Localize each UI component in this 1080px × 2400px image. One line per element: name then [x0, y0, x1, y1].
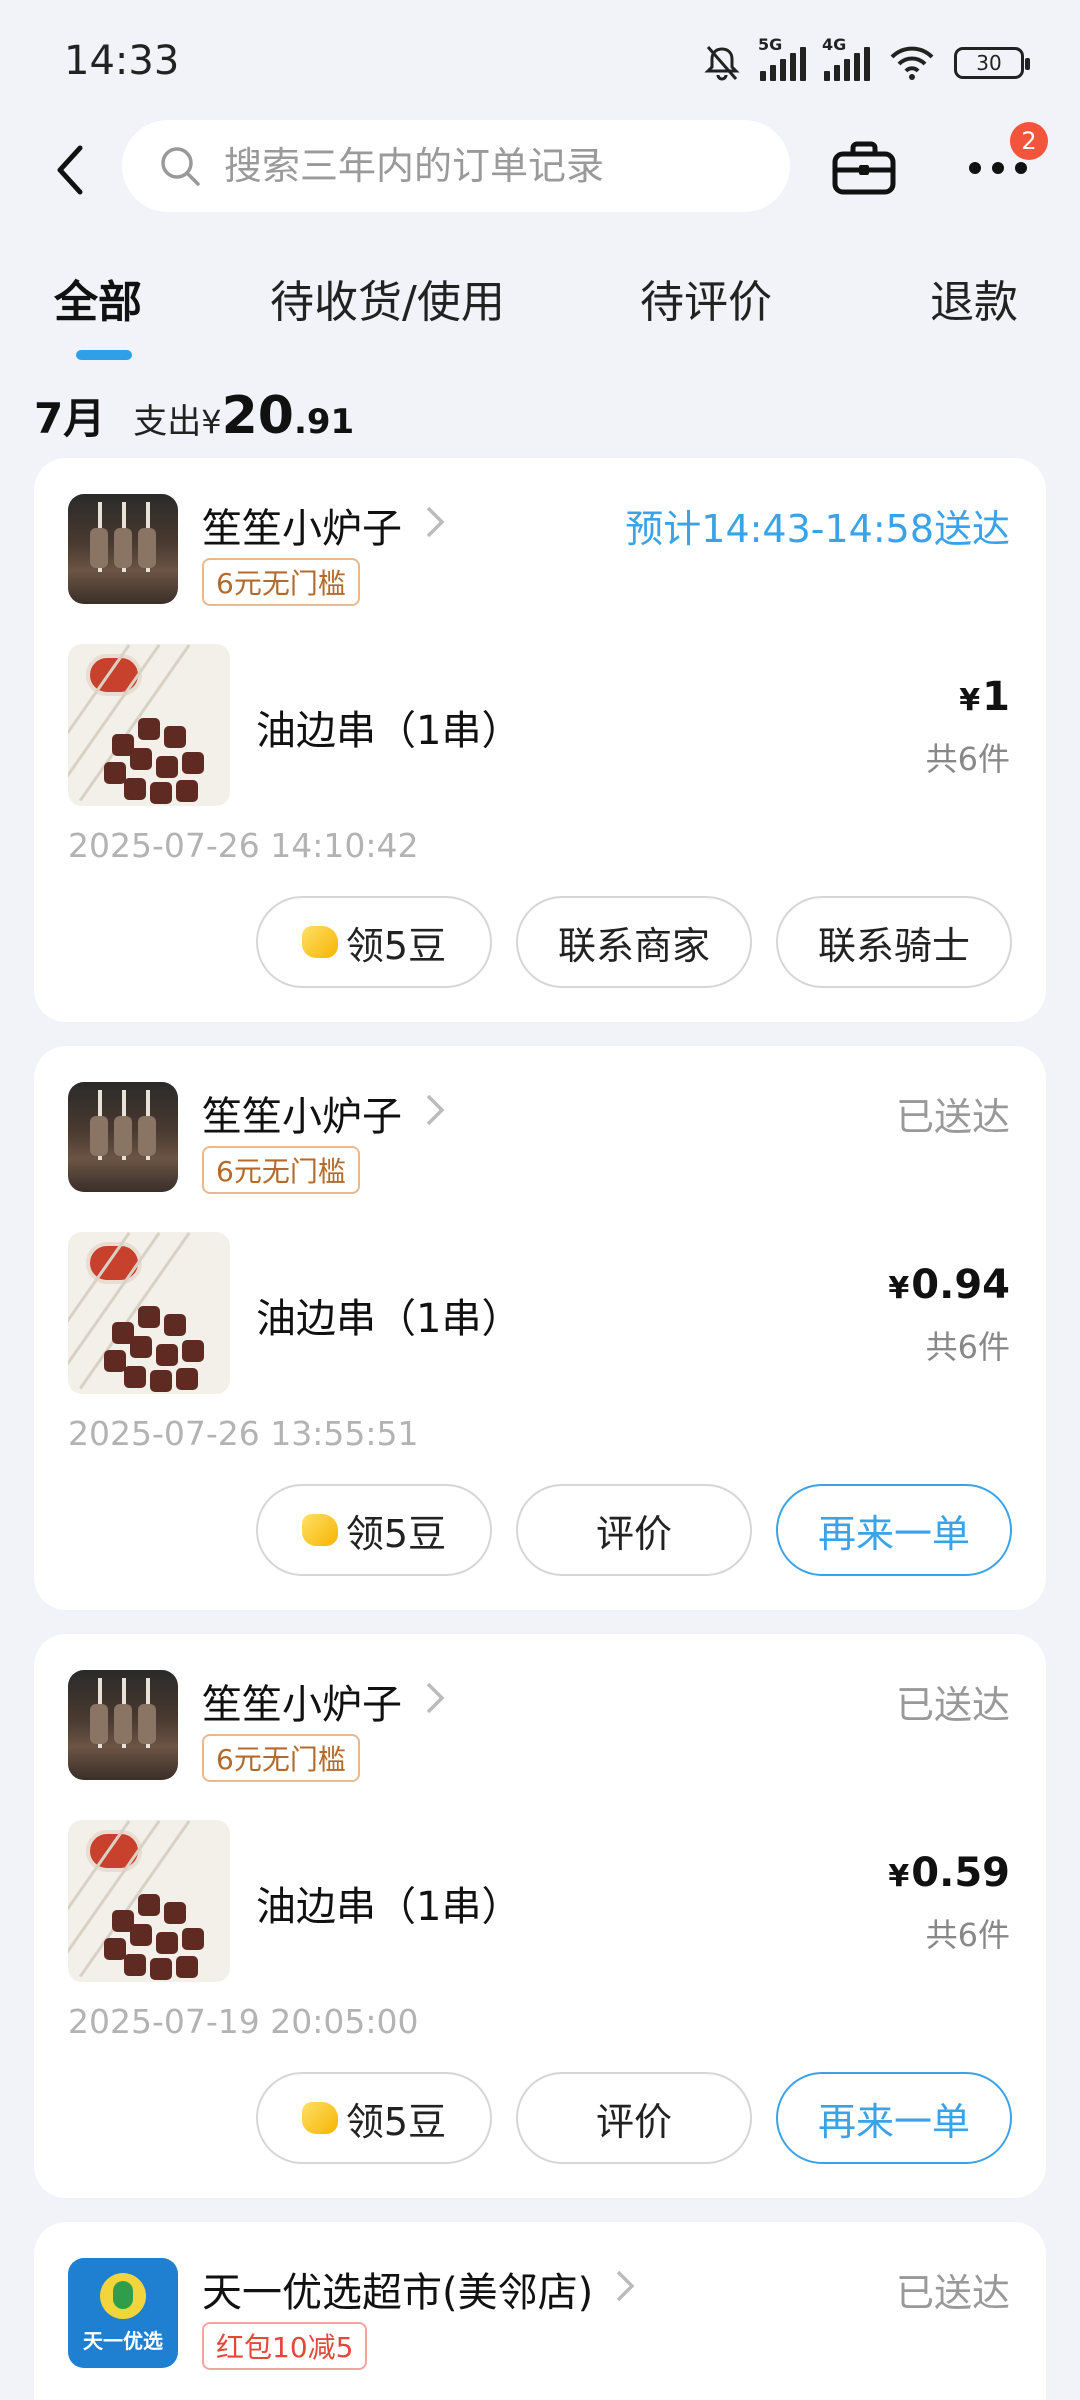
order-tabs: 全部 待收货/使用 待评价 退款 — [0, 258, 1080, 368]
currency-symbol: ¥ — [959, 683, 981, 718]
toolbox-button[interactable] — [826, 130, 902, 206]
order-card[interactable]: 笙笙小炉子 6元无门槛 预计14:43-14:58送达 油边串（1串） ¥1 共… — [34, 458, 1046, 1022]
order-status: 预计14:43-14:58送达 — [625, 507, 1010, 551]
store-name[interactable]: 天一优选超市(美邻店) — [202, 2260, 593, 2318]
claim-beans-button[interactable]: 领5豆 — [256, 1484, 492, 1576]
store-name[interactable]: 笙笙小炉子 — [202, 1672, 402, 1730]
promo-tag: 6元无门槛 — [202, 1146, 360, 1194]
claim-beans-button[interactable]: 领5豆 — [256, 896, 492, 988]
spend-amount-decimal: .91 — [293, 402, 355, 442]
item-name: 油边串（1串） — [256, 708, 522, 754]
search-icon — [161, 147, 200, 186]
promo-tag: 6元无门槛 — [202, 1734, 360, 1782]
order-card[interactable]: 天一优选 天一优选超市(美邻店) 红包10减5 已送达 — [34, 2222, 1046, 2400]
chevron-right-icon — [426, 506, 445, 538]
toolbox-icon — [832, 141, 896, 195]
bean-icon — [301, 1514, 338, 1546]
search-box[interactable] — [122, 120, 790, 212]
item-count: 共6件 — [925, 740, 1010, 778]
item-price: ¥0.59 — [888, 1850, 1010, 1896]
back-arrow-icon — [57, 145, 83, 195]
back-button[interactable] — [40, 140, 100, 200]
order-card[interactable]: 笙笙小炉子 6元无门槛 已送达 油边串（1串） ¥0.94 共6件 2025-0… — [34, 1046, 1046, 1610]
item-price: ¥1 — [959, 674, 1010, 720]
item-count: 共6件 — [925, 1916, 1010, 1954]
contact-rider-button[interactable]: 联系骑士 — [776, 896, 1012, 988]
store-logo-text: 天一优选 — [83, 2328, 163, 2353]
order-time: 2025-07-19 20:05:00 — [68, 2002, 419, 2041]
claim-beans-button[interactable]: 领5豆 — [256, 2072, 492, 2164]
tab-all[interactable]: 全部 — [54, 266, 142, 330]
tianyi-logo-icon — [100, 2272, 146, 2319]
store-name[interactable]: 笙笙小炉子 — [202, 496, 402, 554]
month-summary: 7月 支出 ¥ 20 .91 — [34, 385, 355, 446]
signal-4g-icon: 4G — [822, 35, 870, 81]
review-button[interactable]: 评价 — [516, 2072, 752, 2164]
spend-amount-integer: 20 — [221, 386, 294, 446]
month-label: 7月 — [34, 394, 106, 443]
search-input[interactable] — [224, 144, 744, 188]
bean-icon — [301, 2102, 338, 2134]
top-bar — [0, 120, 1080, 216]
net-4g-label: 4G — [822, 35, 847, 54]
signal-5g-icon: 5G — [758, 35, 806, 81]
price-value: 1 — [982, 674, 1010, 720]
chevron-right-icon — [426, 1094, 445, 1126]
item-name: 油边串（1串） — [256, 1884, 522, 1930]
item-image — [68, 1232, 230, 1394]
reorder-button[interactable]: 再来一单 — [776, 2072, 1012, 2164]
order-card[interactable]: 笙笙小炉子 6元无门槛 已送达 油边串（1串） ¥0.59 共6件 2025-0… — [34, 1634, 1046, 2198]
store-name[interactable]: 笙笙小炉子 — [202, 1084, 402, 1142]
item-image — [68, 644, 230, 806]
reorder-button[interactable]: 再来一单 — [776, 1484, 1012, 1576]
store-logo — [68, 1670, 178, 1780]
status-icons: 5G 4G 30 — [702, 35, 1030, 86]
currency-symbol: ¥ — [888, 1271, 910, 1306]
review-button[interactable]: 评价 — [516, 1484, 752, 1576]
tab-pending-receipt[interactable]: 待收货/使用 — [270, 266, 505, 330]
item-count: 共6件 — [925, 1328, 1010, 1366]
status-bar: 14:33 5G 4G 30 — [0, 0, 1080, 124]
chevron-right-icon — [616, 2270, 635, 2302]
claim-beans-label: 领5豆 — [345, 923, 447, 968]
currency-symbol: ¥ — [888, 1859, 910, 1894]
battery-indicator: 30 — [954, 47, 1030, 79]
price-value: 0.59 — [911, 1850, 1010, 1896]
contact-merchant-button[interactable]: 联系商家 — [516, 896, 752, 988]
mute-bell-icon — [704, 46, 740, 81]
price-value: 0.94 — [911, 1262, 1010, 1308]
claim-beans-label: 领5豆 — [345, 1511, 447, 1556]
store-logo: 天一优选 — [68, 2258, 178, 2368]
order-status: 已送达 — [895, 1683, 1010, 1727]
active-tab-indicator — [76, 350, 132, 360]
bean-icon — [301, 926, 338, 958]
status-time: 14:33 — [64, 38, 180, 84]
promo-tag: 6元无门槛 — [202, 558, 360, 606]
spend-currency: ¥ — [201, 403, 222, 441]
spend-label: 支出 — [133, 402, 202, 442]
tab-refund[interactable]: 退款 — [930, 266, 1018, 330]
item-image — [68, 1820, 230, 1982]
chevron-right-icon — [426, 1682, 445, 1714]
wifi-icon — [890, 46, 934, 80]
order-status: 已送达 — [895, 1095, 1010, 1139]
net-5g-label: 5G — [758, 35, 783, 54]
more-dots-icon — [969, 162, 1027, 174]
order-status: 已送达 — [895, 2271, 1010, 2315]
notification-badge: 2 — [1010, 122, 1048, 160]
item-name: 油边串（1串） — [256, 1296, 522, 1342]
promo-tag: 红包10减5 — [202, 2322, 368, 2370]
tab-pending-review[interactable]: 待评价 — [640, 266, 772, 330]
order-time: 2025-07-26 14:10:42 — [68, 826, 419, 865]
order-time: 2025-07-26 13:55:51 — [68, 1414, 419, 1453]
claim-beans-label: 领5豆 — [345, 2099, 447, 2144]
store-logo — [68, 1082, 178, 1192]
item-price: ¥0.94 — [888, 1262, 1010, 1308]
store-logo — [68, 494, 178, 604]
